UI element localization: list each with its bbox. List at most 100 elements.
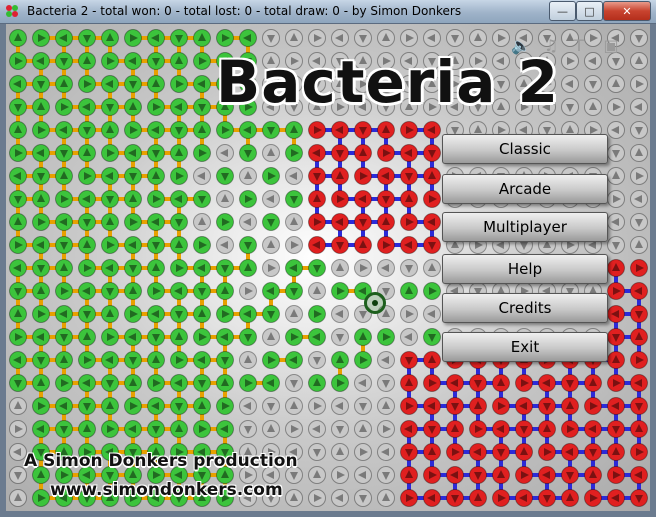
player-bacteria-cell[interactable] <box>193 75 211 93</box>
player-bacteria-cell[interactable] <box>239 305 257 323</box>
player-bacteria-cell[interactable] <box>55 75 73 93</box>
close-button[interactable]: ✕ <box>603 1 651 21</box>
player-bacteria-cell[interactable] <box>101 29 119 47</box>
classic-button[interactable]: Classic <box>442 134 608 164</box>
player-bacteria-cell[interactable] <box>147 75 165 93</box>
player-bacteria-cell[interactable] <box>55 420 73 438</box>
player-bacteria-cell[interactable] <box>262 213 280 231</box>
player-bacteria-cell[interactable] <box>101 236 119 254</box>
player-bacteria-cell[interactable] <box>239 374 257 392</box>
player-bacteria-cell[interactable] <box>124 75 142 93</box>
player-bacteria-cell[interactable] <box>216 305 234 323</box>
player-bacteria-cell[interactable] <box>78 351 96 369</box>
player-bacteria-cell[interactable] <box>216 282 234 300</box>
player-bacteria-cell[interactable] <box>170 121 188 139</box>
player-bacteria-cell[interactable] <box>262 121 280 139</box>
player-bacteria-cell[interactable] <box>32 236 50 254</box>
player-bacteria-cell[interactable] <box>55 351 73 369</box>
player-bacteria-cell[interactable] <box>32 52 50 70</box>
player-bacteria-cell[interactable] <box>285 190 303 208</box>
player-bacteria-cell[interactable] <box>147 420 165 438</box>
player-bacteria-cell[interactable] <box>78 236 96 254</box>
player-bacteria-cell[interactable] <box>308 259 326 277</box>
help-button[interactable]: Help <box>442 254 608 284</box>
player-bacteria-cell[interactable] <box>216 374 234 392</box>
player-bacteria-cell[interactable] <box>101 75 119 93</box>
player-bacteria-cell[interactable] <box>193 52 211 70</box>
player-bacteria-cell[interactable] <box>101 351 119 369</box>
player-bacteria-cell[interactable] <box>32 397 50 415</box>
player-bacteria-cell[interactable] <box>147 213 165 231</box>
player-bacteria-cell[interactable] <box>239 121 257 139</box>
player-bacteria-cell[interactable] <box>78 190 96 208</box>
website-link[interactable]: www.simondonkers.com <box>50 480 283 500</box>
player-bacteria-cell[interactable] <box>354 351 372 369</box>
player-bacteria-cell[interactable] <box>193 259 211 277</box>
player-bacteria-cell[interactable] <box>170 351 188 369</box>
player-bacteria-cell[interactable] <box>170 259 188 277</box>
player-bacteria-cell[interactable] <box>9 213 27 231</box>
player-bacteria-cell[interactable] <box>216 29 234 47</box>
player-bacteria-cell[interactable] <box>32 29 50 47</box>
player-bacteria-cell[interactable] <box>32 489 50 507</box>
player-bacteria-cell[interactable] <box>170 75 188 93</box>
player-bacteria-cell[interactable] <box>285 351 303 369</box>
player-bacteria-cell[interactable] <box>78 374 96 392</box>
player-bacteria-cell[interactable] <box>170 374 188 392</box>
sound-icon[interactable]: 🔈 <box>511 36 531 56</box>
arcade-button[interactable]: Arcade <box>442 174 608 204</box>
player-bacteria-cell[interactable] <box>78 282 96 300</box>
player-bacteria-cell[interactable] <box>216 213 234 231</box>
player-bacteria-cell[interactable] <box>147 29 165 47</box>
player-bacteria-cell[interactable] <box>55 282 73 300</box>
player-bacteria-cell[interactable] <box>262 374 280 392</box>
player-bacteria-cell[interactable] <box>147 282 165 300</box>
player-bacteria-cell[interactable] <box>193 144 211 162</box>
player-bacteria-cell[interactable] <box>32 190 50 208</box>
player-bacteria-cell[interactable] <box>101 144 119 162</box>
player-bacteria-cell[interactable] <box>32 213 50 231</box>
player-bacteria-cell[interactable] <box>78 397 96 415</box>
player-bacteria-cell[interactable] <box>101 52 119 70</box>
player-bacteria-cell[interactable] <box>193 305 211 323</box>
player-bacteria-cell[interactable] <box>9 121 27 139</box>
player-bacteria-cell[interactable] <box>147 52 165 70</box>
player-bacteria-cell[interactable] <box>147 167 165 185</box>
player-bacteria-cell[interactable] <box>9 328 27 346</box>
player-bacteria-cell[interactable] <box>170 29 188 47</box>
player-bacteria-cell[interactable] <box>147 374 165 392</box>
maximize-button[interactable]: □ <box>576 1 603 21</box>
player-bacteria-cell[interactable] <box>147 98 165 116</box>
player-bacteria-cell[interactable] <box>193 397 211 415</box>
player-bacteria-cell[interactable] <box>124 52 142 70</box>
player-bacteria-cell[interactable] <box>124 236 142 254</box>
player-bacteria-cell[interactable] <box>285 144 303 162</box>
player-bacteria-cell[interactable] <box>124 167 142 185</box>
player-bacteria-cell[interactable] <box>55 397 73 415</box>
player-bacteria-cell[interactable] <box>55 305 73 323</box>
player-bacteria-cell[interactable] <box>170 52 188 70</box>
player-bacteria-cell[interactable] <box>32 167 50 185</box>
player-bacteria-cell[interactable] <box>32 305 50 323</box>
player-bacteria-cell[interactable] <box>101 420 119 438</box>
player-bacteria-cell[interactable] <box>101 282 119 300</box>
player-bacteria-cell[interactable] <box>9 190 27 208</box>
player-bacteria-cell[interactable] <box>9 374 27 392</box>
player-bacteria-cell[interactable] <box>32 420 50 438</box>
player-bacteria-cell[interactable] <box>101 213 119 231</box>
player-bacteria-cell[interactable] <box>262 282 280 300</box>
player-bacteria-cell[interactable] <box>101 167 119 185</box>
player-bacteria-cell[interactable] <box>147 397 165 415</box>
music-icon[interactable]: ♫ <box>541 36 561 56</box>
player-bacteria-cell[interactable] <box>124 213 142 231</box>
player-bacteria-cell[interactable] <box>285 121 303 139</box>
player-bacteria-cell[interactable] <box>216 259 234 277</box>
player-bacteria-cell[interactable] <box>124 29 142 47</box>
player-bacteria-cell[interactable] <box>9 144 27 162</box>
player-bacteria-cell[interactable] <box>32 121 50 139</box>
player-bacteria-cell[interactable] <box>124 420 142 438</box>
player-bacteria-cell[interactable] <box>32 259 50 277</box>
player-bacteria-cell[interactable] <box>239 259 257 277</box>
player-bacteria-cell[interactable] <box>331 351 349 369</box>
player-bacteria-cell[interactable] <box>354 328 372 346</box>
